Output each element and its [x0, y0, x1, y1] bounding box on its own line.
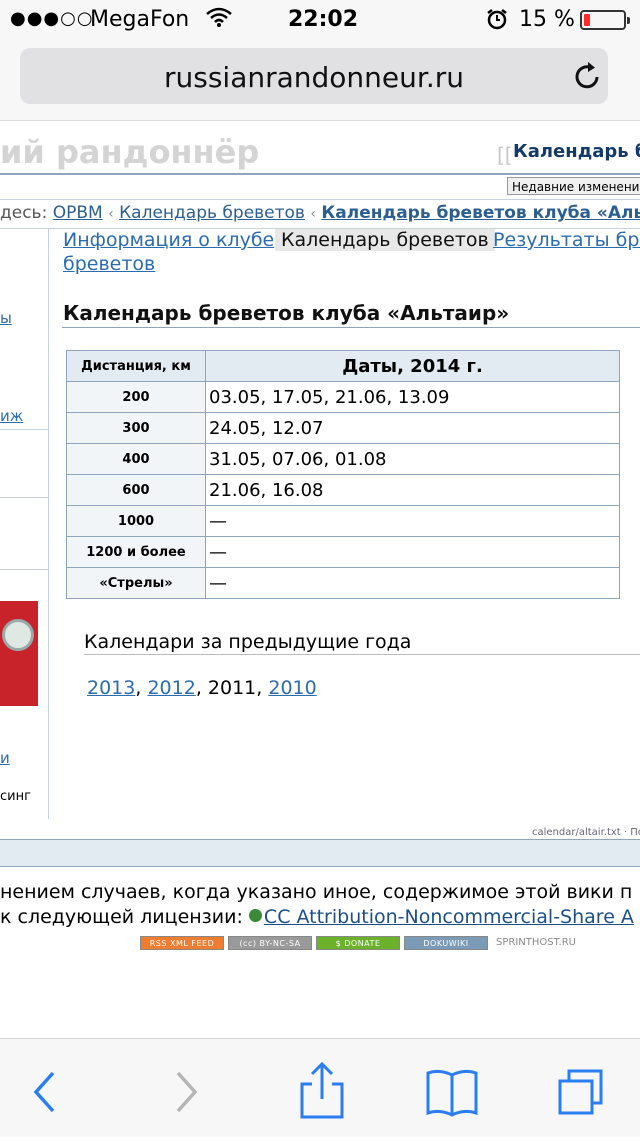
- table-row: 1000—: [66, 505, 620, 537]
- sidebar-link[interactable]: ы: [0, 309, 12, 327]
- recent-changes-button[interactable]: Недавние изменения: [507, 177, 640, 195]
- browser-address-area: russianrandonneur.ru: [0, 40, 640, 121]
- dates-cell: —: [205, 567, 620, 599]
- title-underline: [62, 327, 640, 328]
- back-icon[interactable]: [0, 1039, 100, 1137]
- cc-license-badge[interactable]: (cc) BY-NC-SA: [228, 936, 312, 950]
- rss-badge[interactable]: RSS XML FEED: [140, 936, 224, 950]
- dates-cell: —: [205, 505, 620, 537]
- dates-cell: 03.05, 17.05, 21.06, 13.09: [205, 381, 620, 413]
- table-row: 600 21.06, 16.08: [66, 474, 620, 506]
- distance-cell: 400: [66, 443, 206, 475]
- breadcrumb-separator: ‹: [310, 206, 316, 222]
- year-separator: ,: [195, 677, 208, 699]
- dates-cell: 24.05, 12.07: [205, 412, 620, 444]
- tab-results-wrap[interactable]: бреветов: [63, 253, 155, 275]
- page-path-note: calendar/altair.txt · По: [532, 827, 640, 838]
- distance-cell: 200: [66, 381, 206, 413]
- column-header-distance: Дистанция, км: [66, 350, 206, 382]
- share-icon[interactable]: [271, 1039, 371, 1137]
- table-row: 300 24.05, 12.07: [66, 412, 620, 444]
- url-text[interactable]: russianrandonneur.ru: [20, 61, 608, 94]
- year-link[interactable]: 2012: [147, 677, 195, 699]
- year-link[interactable]: 2013: [87, 677, 135, 699]
- signal-strength-indicator: ●●●○○: [10, 8, 94, 29]
- tabs-icon[interactable]: [533, 1039, 633, 1137]
- tab-brevet-calendar[interactable]: Календарь бреветов: [275, 229, 495, 251]
- sidebar: ы иж и синг: [0, 229, 49, 819]
- dates-cell: —: [205, 536, 620, 568]
- alarm-icon: [486, 8, 508, 36]
- site-title: ий рандоннёр: [0, 133, 260, 171]
- table-row: 400 31.05, 07.06, 01.08: [66, 443, 620, 475]
- clock-time: 22:02: [288, 7, 359, 32]
- previous-years-list: 2013, 2012, 2011, 2010: [87, 677, 317, 699]
- tab-results[interactable]: Результаты бре: [493, 229, 640, 251]
- globe-icon: [248, 909, 262, 922]
- sidebar-link[interactable]: иж: [0, 407, 23, 425]
- license-text: нением случаев, когда указано иное, соде…: [0, 881, 633, 903]
- year-separator: ,: [135, 677, 148, 699]
- column-header-dates: Даты, 2014 г.: [205, 350, 620, 382]
- license-line: к следующей лицензии: CC Attribution-Non…: [0, 906, 634, 928]
- address-bar[interactable]: russianrandonneur.ru: [20, 48, 608, 104]
- header-divider: [0, 173, 640, 175]
- breadcrumb: десь: ОРВМ ‹ Календарь бреветов ‹ Календ…: [0, 203, 640, 223]
- breadcrumb-link-calendar[interactable]: Календарь бреветов: [119, 203, 305, 223]
- bookmarks-icon[interactable]: [402, 1039, 502, 1137]
- sidebar-divider: [0, 429, 48, 430]
- status-bar: ●●●○○ MegaFon 22:02 15 %: [0, 0, 640, 40]
- year-link[interactable]: 2010: [268, 677, 316, 699]
- tab-club-info[interactable]: Информация о клубе: [63, 229, 274, 251]
- browser-toolbar: [0, 1038, 640, 1137]
- breadcrumb-link-current[interactable]: Календарь бреветов клуба «Альтаир: [321, 203, 640, 223]
- wifi-icon: [206, 6, 232, 34]
- web-page: ий рандоннёр [[ Календарь бре Недавние и…: [0, 121, 640, 1038]
- reload-icon[interactable]: [574, 60, 602, 94]
- carrier-name: MegaFon: [90, 7, 190, 32]
- breadcrumb-link-orvm[interactable]: ОРВМ: [53, 203, 103, 223]
- dates-cell: 21.06, 16.08: [205, 474, 620, 506]
- distance-cell: 600: [66, 474, 206, 506]
- sidebar-link[interactable]: и: [0, 749, 10, 767]
- distance-cell: 300: [66, 412, 206, 444]
- sprinthost-badge[interactable]: SPRINTHOST.RU: [496, 936, 576, 950]
- battery-icon: [580, 10, 630, 30]
- footer-bar: [0, 839, 640, 867]
- license-prefix: к следующей лицензии:: [0, 906, 249, 928]
- battery-percentage: 15 %: [519, 7, 575, 32]
- table-row: 1200 и более —: [66, 536, 620, 568]
- top-link-bracket: [[: [497, 143, 513, 167]
- breadcrumb-label: десь:: [0, 203, 48, 223]
- table-row: «Стрелы» —: [66, 567, 620, 599]
- previous-years-title: Календари за предыдущие года: [84, 631, 412, 653]
- sidebar-divider: [0, 569, 48, 570]
- donate-badge[interactable]: $ DONATE: [316, 936, 400, 950]
- page-title: Календарь бреветов клуба «Альтаир»: [63, 301, 510, 325]
- previous-years-underline: [84, 654, 640, 655]
- year-current: 2011: [207, 677, 257, 699]
- sidebar-photo[interactable]: [0, 601, 38, 706]
- top-page-link[interactable]: Календарь бре: [513, 141, 640, 162]
- year-separator: ,: [256, 677, 269, 699]
- forward-icon[interactable]: [136, 1039, 236, 1137]
- table-header-row: Дистанция, км Даты, 2014 г.: [66, 350, 620, 382]
- dokuwiki-badge[interactable]: DOKUWIKI: [404, 936, 488, 950]
- license-link[interactable]: CC Attribution-Noncommercial-Share A: [264, 906, 634, 928]
- brevet-table: Дистанция, км Даты, 2014 г. 200 03.05, 17…: [66, 350, 620, 599]
- dates-cell: 31.05, 07.06, 01.08: [205, 443, 620, 475]
- sidebar-text: синг: [0, 789, 31, 804]
- sidebar-divider: [0, 497, 48, 498]
- table-body: 200 03.05, 17.05, 21.06, 13.09 300 24.05, 1…: [66, 381, 620, 599]
- breadcrumb-separator: ‹: [108, 206, 114, 222]
- distance-cell: 1000: [66, 505, 206, 537]
- distance-cell: «Стрелы»: [66, 567, 206, 599]
- distance-cell: 1200 и более: [66, 536, 206, 568]
- table-row: 200 03.05, 17.05, 21.06, 13.09: [66, 381, 620, 413]
